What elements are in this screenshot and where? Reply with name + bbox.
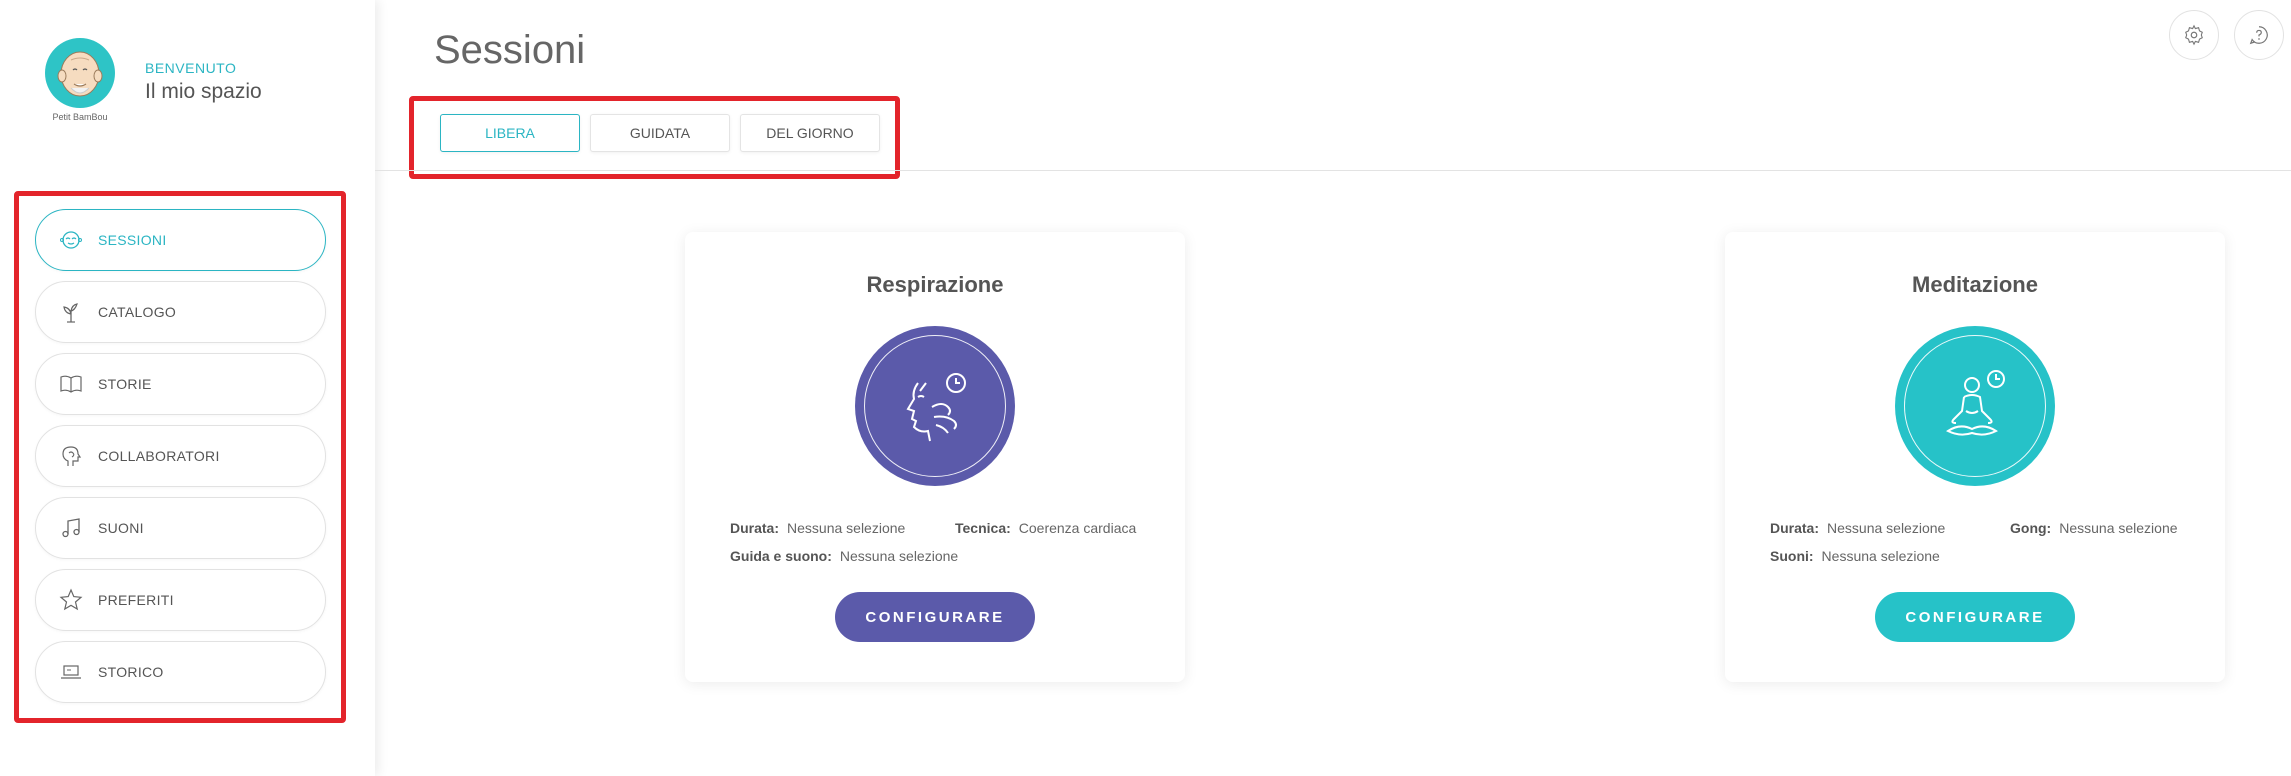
sidebar-item-label: SUONI	[98, 520, 144, 536]
sidebar-item-label: SESSIONI	[98, 232, 167, 248]
meditation-illustration	[1895, 326, 2055, 486]
technique-label: Tecnica:	[955, 520, 1011, 536]
tab-guidata[interactable]: GUIDATA	[590, 114, 730, 152]
profile-block[interactable]: Petit BamBou BENVENUTO Il mio spazio	[45, 38, 262, 122]
meditation-gong: Gong: Nessuna selezione	[2010, 520, 2178, 536]
meditation-duration: Durata: Nessuna selezione	[1770, 520, 1945, 536]
music-note-icon	[58, 515, 84, 541]
help-button[interactable]	[2234, 10, 2284, 60]
sidebar: Petit BamBou BENVENUTO Il mio spazio SES…	[0, 0, 375, 776]
breathing-guide-sound: Guida e suono: Nessuna selezione	[730, 548, 958, 564]
sidebar-item-preferiti[interactable]: PREFERITI	[35, 569, 326, 631]
gong-value: Nessuna selezione	[2059, 520, 2178, 536]
avatar-wrap: Petit BamBou	[45, 38, 115, 122]
sidebar-item-label: CATALOGO	[98, 304, 177, 320]
tab-libera[interactable]: LIBERA	[440, 114, 580, 152]
breathing-card: Respirazione Durata: Nessuna selezione Te…	[685, 232, 1185, 682]
avatar-caption: Petit BamBou	[52, 112, 108, 122]
sidebar-item-label: PREFERITI	[98, 592, 174, 608]
meditation-face-icon	[58, 227, 84, 253]
breathing-illustration	[855, 326, 1015, 486]
sidebar-item-catalogo[interactable]: CATALOGO	[35, 281, 326, 343]
help-icon	[2249, 26, 2268, 45]
sidebar-item-collaboratori[interactable]: COLLABORATORI	[35, 425, 326, 487]
page-title: Sessioni	[434, 28, 586, 72]
configure-breathing-button[interactable]: CONFIGURARE	[835, 592, 1035, 642]
book-icon	[58, 371, 84, 397]
header-divider	[375, 170, 2291, 171]
head-profile-icon	[58, 443, 84, 469]
card-title: Respirazione	[866, 272, 1004, 297]
gong-label: Gong:	[2010, 520, 2052, 536]
sidebar-item-sessioni[interactable]: SESSIONI	[35, 209, 326, 271]
welcome-block: BENVENUTO Il mio spazio	[145, 60, 262, 104]
configure-meditation-button[interactable]: CONFIGURARE	[1875, 592, 2075, 642]
tab-del-giorno[interactable]: DEL GIORNO	[740, 114, 880, 152]
circle-ring	[1904, 335, 2046, 477]
sounds-value: Nessuna selezione	[1821, 548, 1940, 564]
duration-label: Durata:	[1770, 520, 1820, 536]
laptop-icon	[58, 659, 84, 685]
avatar[interactable]	[45, 38, 115, 108]
sidebar-item-storico[interactable]: STORICO	[35, 641, 326, 703]
sounds-label: Suoni:	[1770, 548, 1814, 564]
guide-sound-value: Nessuna selezione	[839, 548, 959, 564]
duration-value: Nessuna selezione	[787, 520, 906, 536]
duration-label: Durata:	[730, 520, 780, 536]
circle-ring	[864, 335, 1006, 477]
card-title: Meditazione	[1912, 272, 2038, 297]
welcome-label: BENVENUTO	[145, 60, 237, 76]
sprout-icon	[58, 299, 84, 325]
breathing-duration: Durata: Nessuna selezione	[730, 520, 905, 536]
gear-icon	[2185, 24, 2203, 46]
sidebar-item-label: STORIE	[98, 376, 152, 392]
guide-sound-label: Guida e suono:	[730, 548, 832, 564]
duration-value: Nessuna selezione	[1827, 520, 1946, 536]
sidebar-item-label: STORICO	[98, 664, 164, 680]
sidebar-nav-highlight: SESSIONI CATALOGO STORIE COLLABORATORI S…	[14, 191, 346, 723]
sidebar-item-storie[interactable]: STORIE	[35, 353, 326, 415]
app-root: Petit BamBou BENVENUTO Il mio spazio SES…	[0, 0, 2291, 776]
tabs-highlight: LIBERA GUIDATA DEL GIORNO	[409, 96, 900, 179]
sidebar-item-suoni[interactable]: SUONI	[35, 497, 326, 559]
star-icon	[58, 587, 84, 613]
meditation-sounds: Suoni: Nessuna selezione	[1770, 548, 1940, 564]
technique-value: Coerenza cardiaca	[1018, 520, 1137, 536]
bambou-character-icon	[57, 51, 103, 97]
settings-button[interactable]	[2169, 10, 2219, 60]
sidebar-item-label: COLLABORATORI	[98, 448, 220, 464]
meditation-card: Meditazione Durata: Nessuna selezione Gon…	[1725, 232, 2225, 682]
my-space-title: Il mio spazio	[145, 80, 262, 103]
breathing-technique: Tecnica: Coerenza cardiaca	[955, 520, 1136, 536]
